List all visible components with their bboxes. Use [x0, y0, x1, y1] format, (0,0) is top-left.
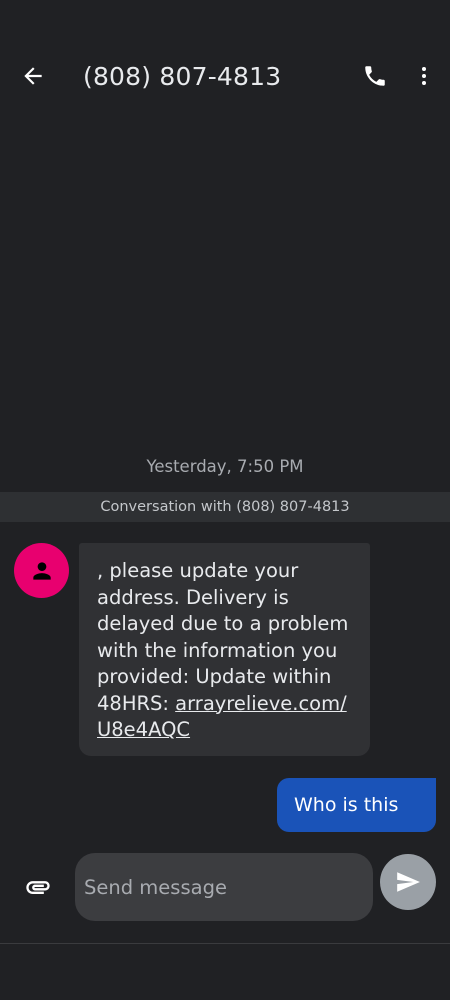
bottom-divider: [0, 943, 450, 944]
message-timestamp: Yesterday, 7:50 PM: [146, 457, 304, 476]
call-button[interactable]: [357, 58, 393, 94]
incoming-message-bubble[interactable]: , please update your address. Delivery i…: [79, 543, 370, 756]
person-icon: [32, 561, 51, 580]
conversation-banner: Conversation with (808) 807-4813: [0, 492, 450, 522]
contact-avatar[interactable]: [14, 543, 69, 598]
contact-title: (808) 807-4813: [83, 62, 282, 91]
more-options-button[interactable]: [408, 58, 440, 94]
phone-icon: [365, 66, 385, 86]
attach-button[interactable]: [20, 872, 56, 902]
back-arrow-icon: [24, 67, 42, 85]
message-input[interactable]: [82, 874, 366, 900]
send-button[interactable]: [380, 854, 436, 910]
messages-screen: (808) 807-4813 Yesterday, 7:50 PM Conver…: [0, 0, 450, 1000]
send-icon: [397, 872, 420, 892]
more-vert-icon: [422, 67, 426, 85]
attach-icon: [26, 881, 50, 894]
compose-field[interactable]: [75, 853, 373, 921]
app-bar: (808) 807-4813: [0, 0, 450, 150]
back-button[interactable]: [15, 58, 51, 94]
outgoing-message-bubble[interactable]: Who is this: [277, 778, 436, 832]
outgoing-message-text: Who is this: [294, 794, 399, 816]
